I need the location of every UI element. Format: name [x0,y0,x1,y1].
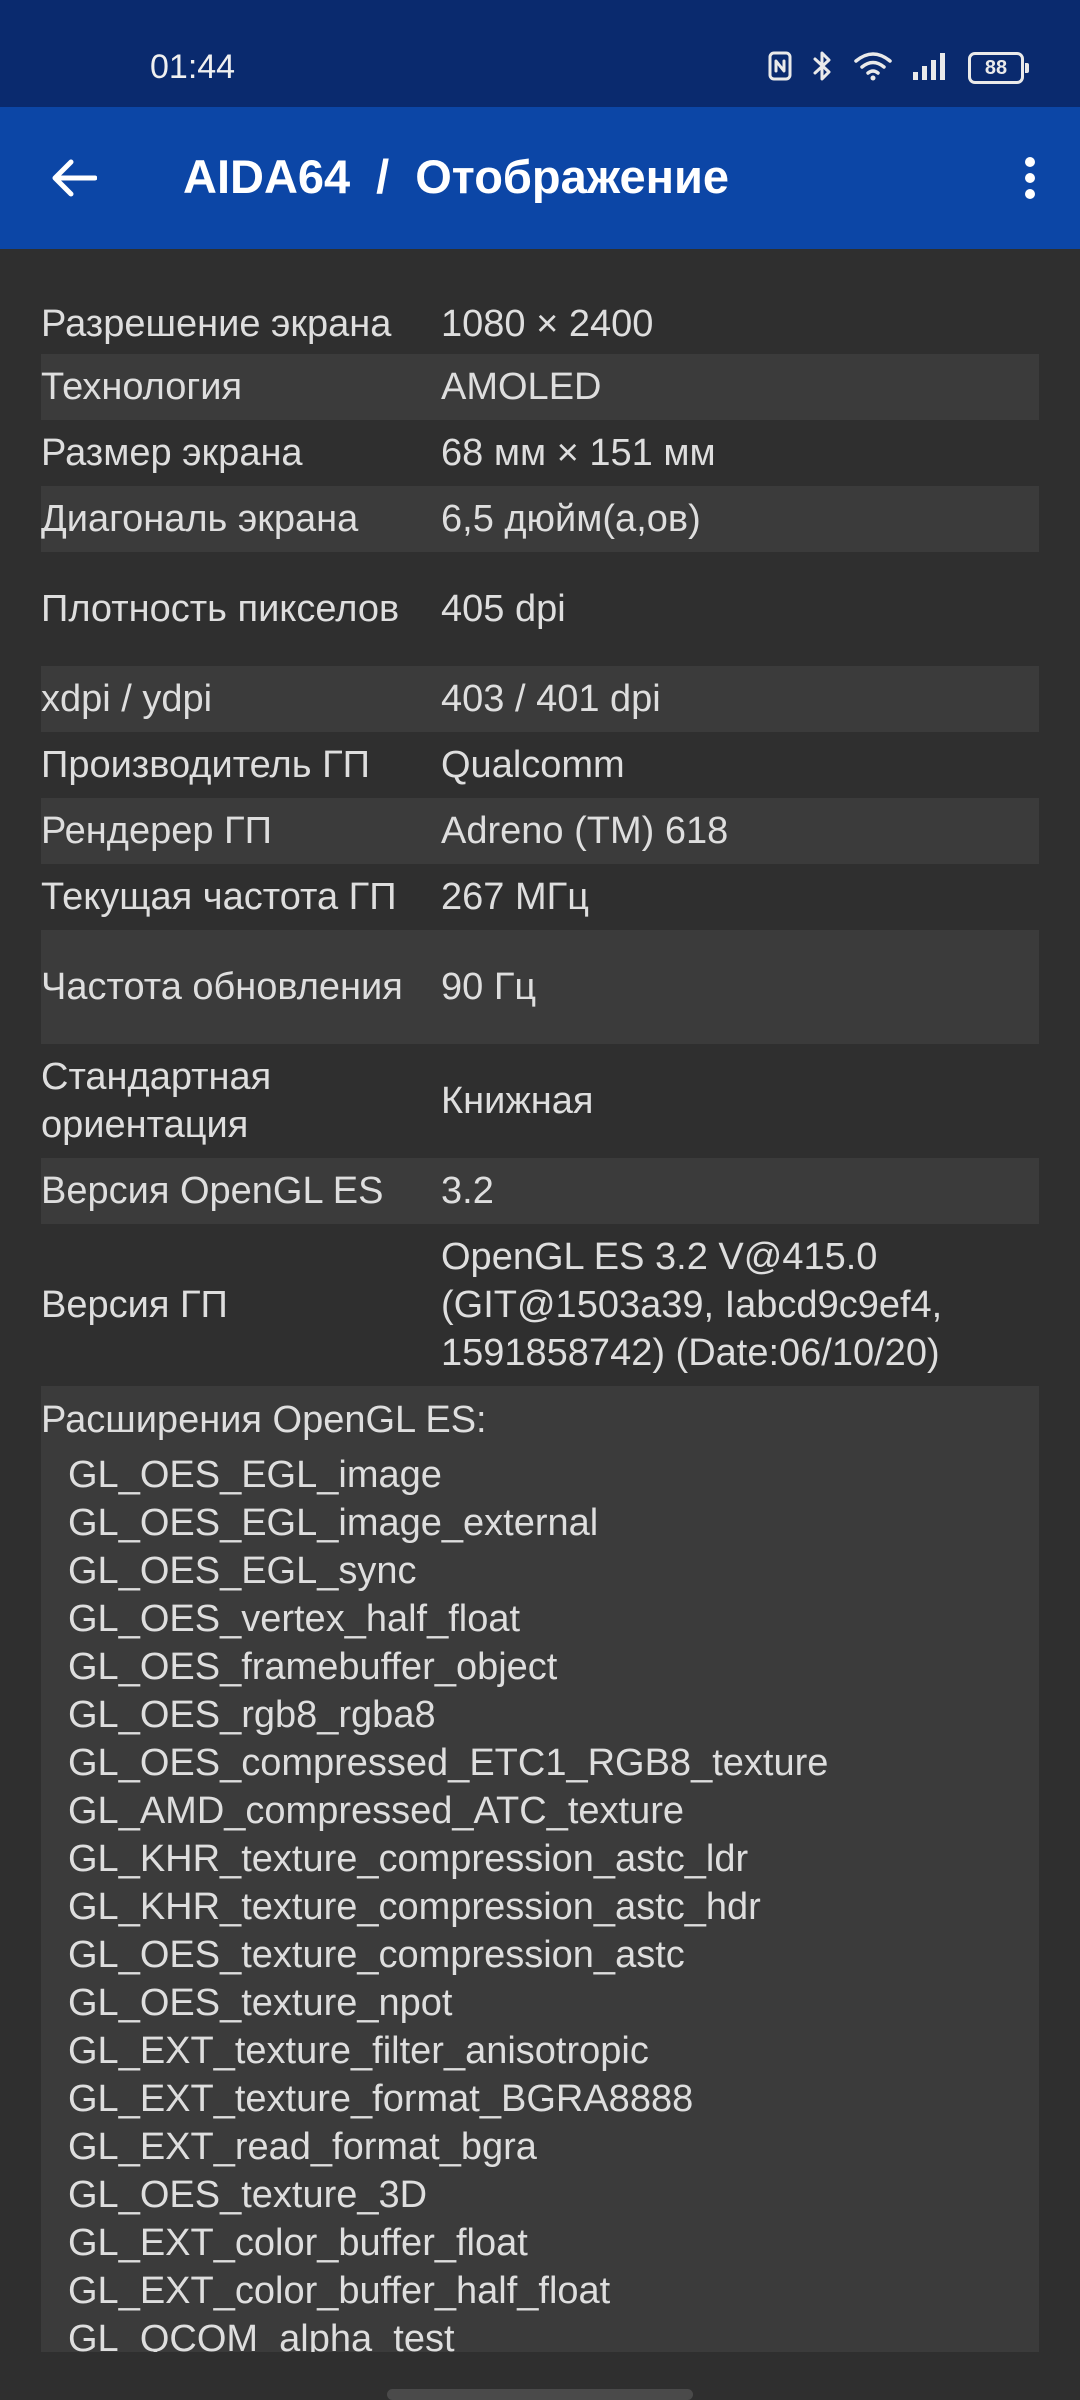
row-label: Рендерер ГП [41,810,272,852]
list-item: GL_OES_texture_compression_astc [68,1934,685,1976]
row-value: 1080 × 2400 [441,303,654,345]
display-info-list[interactable]: Разрешение экрана 1080 × 2400 Технология… [41,294,1039,2352]
row-value: Qualcomm [441,744,625,786]
title-separator: / [376,150,390,203]
extensions-header: Расширения OpenGL ES: [41,1399,487,1441]
list-item: GL_EXT_texture_format_BGRA8888 [68,2078,694,2120]
info-row-gpu-vendor: Производитель ГП Qualcomm [41,732,1039,798]
row-label: Производитель ГП [41,744,370,786]
row-value: OpenGL ES 3.2 V@415.0 (GIT@1503a39, Iabc… [441,1236,943,1374]
status-icons: 88 [768,50,1029,87]
list-item: GL_OES_compressed_ETC1_RGB8_texture [68,1742,829,1784]
more-vertical-icon [1025,157,1035,199]
wifi-icon [854,51,892,86]
info-row-screen-size: Размер экрана 68 мм × 151 мм [41,420,1039,486]
list-item: GL_EXT_texture_filter_anisotropic [68,2030,649,2072]
row-label: Текущая частота ГП [41,876,397,918]
section-name: Отображение [415,150,730,203]
list-item: GL_OES_EGL_image_external [68,1502,599,1544]
row-label: Разрешение экрана [41,303,392,345]
list-item: GL_OES_EGL_image [68,1454,442,1496]
bluetooth-icon [812,50,834,87]
overflow-menu-button[interactable] [1000,144,1060,212]
list-item: GL_KHR_texture_compression_astc_ldr [68,1838,749,1880]
row-value: 6,5 дюйм(а,ов) [441,498,701,540]
battery-icon: 88 [968,52,1029,84]
list-item: GL_EXT_read_format_bgra [68,2126,537,2168]
info-row-gpu-renderer: Рендерер ГП Adreno (TM) 618 [41,798,1039,864]
info-row-technology: Технология AMOLED [41,354,1039,420]
list-item: GL_OES_vertex_half_float [68,1598,521,1640]
info-row-refresh-rate: Частота обновления 90 Гц [41,930,1039,1044]
row-value: Книжная [441,1080,594,1122]
info-row-pixel-density: Плотность пикселов 405 dpi [41,552,1039,666]
home-indicator[interactable] [387,2389,693,2400]
info-row-orientation: Стандартная ориентация Книжная [41,1044,1039,1158]
status-time: 01:44 [150,48,236,86]
arrow-left-icon [52,159,97,197]
info-row-resolution: Разрешение экрана 1080 × 2400 [41,294,1039,354]
row-value: 405 dpi [441,588,566,630]
back-button[interactable] [40,144,108,212]
list-item: GL_EXT_color_buffer_half_float [68,2270,611,2312]
row-label: Частота обновления [41,966,403,1008]
info-row-gpu-clock: Текущая частота ГП 267 МГц [41,864,1039,930]
info-row-opengl-es-version: Версия OpenGL ES 3.2 [41,1158,1039,1224]
info-row-diagonal: Диагональ экрана 6,5 дюйм(а,ов) [41,486,1039,552]
list-item: GL_QCOM_alpha_test [68,2318,455,2352]
row-value: 267 МГц [441,876,589,918]
list-item: GL_OES_texture_npot [68,1982,453,2024]
row-label: Плотность пикселов [41,588,400,630]
row-value: 403 / 401 dpi [441,678,661,720]
nfc-icon [768,51,792,86]
row-label: Стандартная ориентация [41,1056,272,1146]
app-bar: AIDA64 / Отображение [0,107,1080,249]
list-item: GL_OES_EGL_sync [68,1550,417,1592]
row-label: Технология [41,366,243,408]
row-label: Размер экрана [41,432,303,474]
page-title: AIDA64 / Отображение [183,149,729,204]
row-value: 3.2 [441,1170,494,1212]
opengl-extensions-list[interactable]: Расширения OpenGL ES: GL_OES_EGL_image G… [41,1386,1039,2352]
list-item: GL_EXT_color_buffer_float [68,2222,528,2264]
row-value: 90 Гц [441,966,537,1008]
list-item: GL_KHR_texture_compression_astc_hdr [68,1886,761,1928]
status-bar: 01:44 88 [0,0,1080,107]
row-label: Диагональ экрана [41,498,359,540]
list-item: GL_OES_framebuffer_object [68,1646,558,1688]
app-name: AIDA64 [183,150,351,203]
info-row-gpu-version: Версия ГП OpenGL ES 3.2 V@415.0 (GIT@150… [41,1224,1039,1386]
list-item: GL_AMD_compressed_ATC_texture [68,1790,684,1832]
list-item: GL_OES_rgb8_rgba8 [68,1694,436,1736]
signal-icon [912,52,948,85]
row-value: 68 мм × 151 мм [441,432,716,474]
row-label: Версия ГП [41,1284,228,1326]
info-row-xdpi-ydpi: xdpi / ydpi 403 / 401 dpi [41,666,1039,732]
row-label: xdpi / ydpi [41,678,213,720]
row-value: Adreno (TM) 618 [441,810,729,852]
row-value: AMOLED [441,366,602,408]
row-label: Версия OpenGL ES [41,1170,384,1212]
list-item: GL_OES_texture_3D [68,2174,428,2216]
